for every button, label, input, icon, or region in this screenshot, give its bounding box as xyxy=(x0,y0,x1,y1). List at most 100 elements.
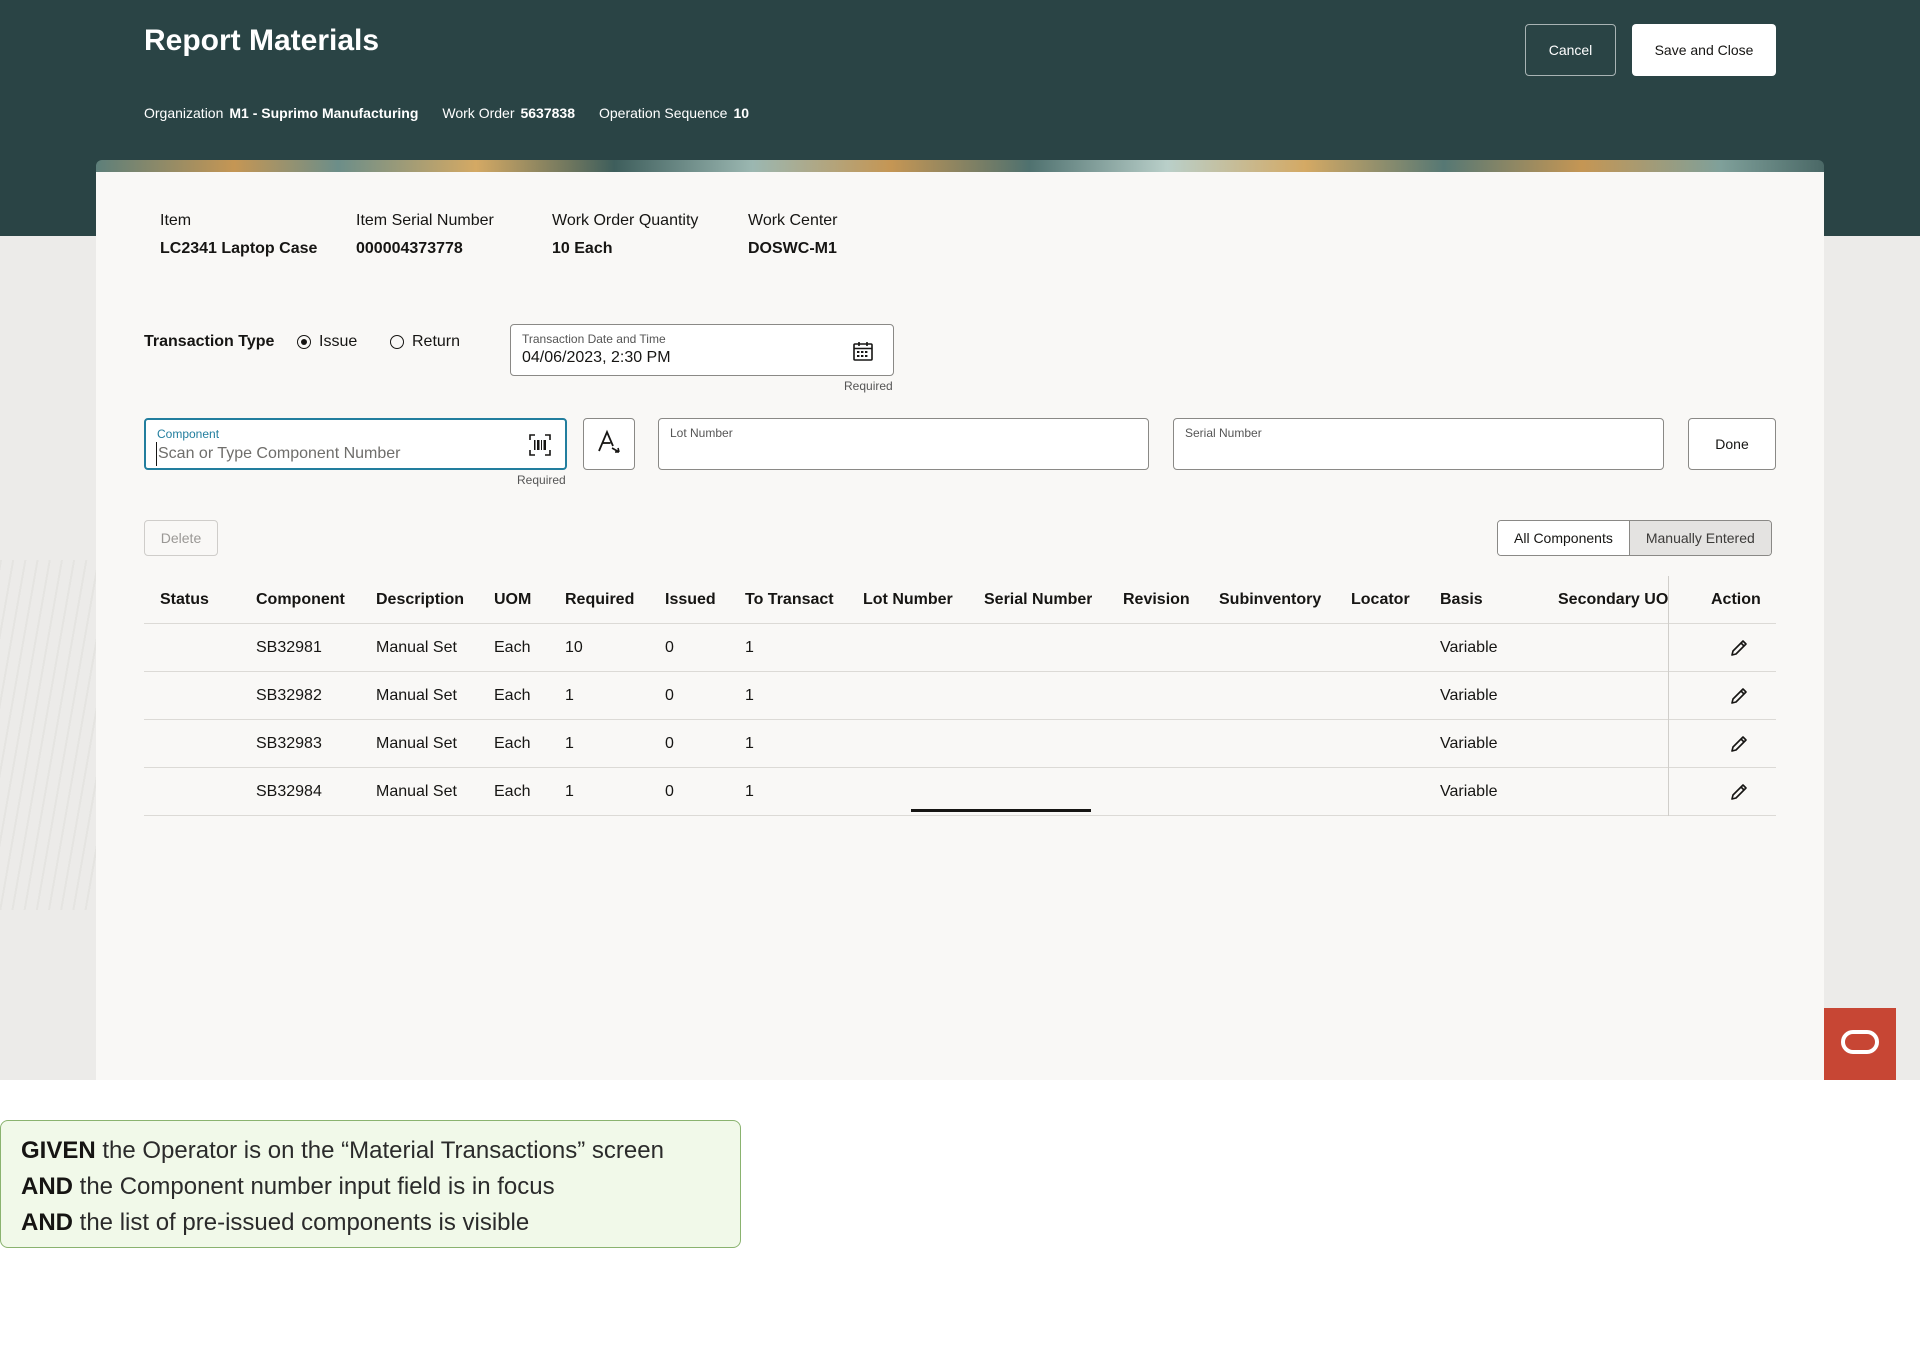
filter-manually-entered[interactable]: Manually Entered xyxy=(1628,521,1771,555)
context-operation-sequence: Operation Sequence 10 xyxy=(599,105,749,121)
save-and-close-button[interactable]: Save and Close xyxy=(1632,24,1776,76)
note-line: AND the list of pre-issued components is… xyxy=(21,1205,720,1241)
column-header[interactable]: Basis xyxy=(1440,576,1483,624)
cell-uom: Each xyxy=(494,687,531,704)
oracle-logo-icon xyxy=(1840,1029,1880,1060)
column-header[interactable]: Secondary UOM xyxy=(1558,576,1668,624)
cell-issued: 0 xyxy=(665,687,674,704)
cell-component: SB32984 xyxy=(256,783,322,800)
cell-uom: Each xyxy=(494,783,531,800)
table-row[interactable]: SB32983 Manual Set Each 1 0 1 Variable xyxy=(144,720,1776,768)
note-keyword: AND xyxy=(21,1209,73,1236)
note-text: the Operator is on the “Material Transac… xyxy=(95,1137,664,1164)
cell-component: SB32982 xyxy=(256,687,322,704)
radio-checked-icon xyxy=(297,335,311,349)
filter-all-components[interactable]: All Components xyxy=(1498,521,1629,555)
calendar-icon[interactable] xyxy=(852,340,874,367)
radio-unchecked-icon xyxy=(390,335,404,349)
cell-to-transact: 1 xyxy=(745,735,754,752)
column-header[interactable]: UOM xyxy=(494,576,531,624)
edit-icon[interactable] xyxy=(1729,686,1749,706)
column-header[interactable]: Subinventory xyxy=(1219,576,1321,624)
cell-basis: Variable xyxy=(1440,783,1498,800)
column-header[interactable]: To Transact xyxy=(745,576,834,624)
context-value: 10 xyxy=(733,105,750,121)
cell-description: Manual Set xyxy=(376,687,457,704)
note-text: the list of pre-issued components is vis… xyxy=(73,1209,530,1236)
cell-issued: 0 xyxy=(665,783,674,800)
note-text: the Component number input field is in f… xyxy=(73,1173,555,1200)
note-line: AND the Component number input field is … xyxy=(21,1169,720,1205)
cell-basis: Variable xyxy=(1440,735,1498,752)
transaction-datetime-field[interactable]: Transaction Date and Time 04/06/2023, 2:… xyxy=(510,324,894,376)
background-pattern xyxy=(0,560,96,910)
note-keyword: AND xyxy=(21,1173,73,1200)
column-header[interactable]: Locator xyxy=(1351,576,1410,624)
edit-icon[interactable] xyxy=(1729,734,1749,754)
component-input[interactable] xyxy=(156,442,516,466)
column-header[interactable]: Description xyxy=(376,576,464,624)
column-header[interactable]: Required xyxy=(565,576,634,624)
info-value: 000004373778 xyxy=(356,240,463,257)
context-label: Operation Sequence xyxy=(599,105,728,121)
edit-icon[interactable] xyxy=(1729,782,1749,802)
column-header[interactable]: Issued xyxy=(665,576,716,624)
oracle-logo[interactable] xyxy=(1824,1008,1896,1080)
lot-number-field[interactable]: Lot Number xyxy=(658,418,1149,470)
column-header[interactable]: Status xyxy=(160,576,209,624)
cell-description: Manual Set xyxy=(376,639,457,656)
cell-issued: 0 xyxy=(665,735,674,752)
info-item: Item LC2341 Laptop Case xyxy=(160,212,317,258)
radio-label: Issue xyxy=(319,333,358,350)
delete-button[interactable]: Delete xyxy=(144,520,218,556)
note-keyword: GIVEN xyxy=(21,1137,96,1164)
cell-description: Manual Set xyxy=(376,735,457,752)
info-work-order-quantity: Work Order Quantity 10 Each xyxy=(552,212,698,258)
horizontal-scrollbar[interactable] xyxy=(911,809,1091,812)
column-header[interactable]: Component xyxy=(256,576,345,624)
info-value: DOSWC-M1 xyxy=(748,240,837,257)
manual-entry-button[interactable] xyxy=(583,418,635,470)
field-value: 04/06/2023, 2:30 PM xyxy=(522,349,671,366)
column-header[interactable]: Lot Number xyxy=(863,576,953,624)
scenario-note: GIVEN the Operator is on the “Material T… xyxy=(0,1120,741,1248)
context-value: 5637838 xyxy=(520,105,575,121)
info-work-center: Work Center DOSWC-M1 xyxy=(748,212,838,258)
barcode-scan-icon[interactable] xyxy=(528,433,552,462)
info-label: Item Serial Number xyxy=(356,212,494,229)
transaction-type-label: Transaction Type xyxy=(144,333,275,350)
edit-icon[interactable] xyxy=(1729,638,1749,658)
cell-uom: Each xyxy=(494,639,531,656)
cell-required: 10 xyxy=(565,639,583,656)
column-header[interactable]: Revision xyxy=(1123,576,1190,624)
radio-label: Return xyxy=(412,333,461,350)
radio-issue[interactable]: Issue xyxy=(297,333,357,351)
component-field[interactable]: Component xyxy=(144,418,567,470)
cell-to-transact: 1 xyxy=(745,639,754,656)
info-label: Item xyxy=(160,212,192,229)
note-line: GIVEN the Operator is on the “Material T… xyxy=(21,1133,720,1169)
info-label: Work Order Quantity xyxy=(552,212,699,229)
cell-to-transact: 1 xyxy=(745,783,754,800)
context-label: Organization xyxy=(144,105,224,121)
info-value: LC2341 Laptop Case xyxy=(160,240,318,257)
cancel-button[interactable]: Cancel xyxy=(1525,24,1616,76)
page-title: Report Materials xyxy=(144,24,380,57)
done-button[interactable]: Done xyxy=(1688,418,1776,470)
column-header[interactable]: Serial Number xyxy=(984,576,1092,624)
cell-basis: Variable xyxy=(1440,687,1498,704)
context-label: Work Order xyxy=(442,105,515,121)
column-header: Action xyxy=(1711,591,1761,608)
field-label: Transaction Date and Time xyxy=(522,332,666,346)
table-row[interactable]: SB32982 Manual Set Each 1 0 1 Variable xyxy=(144,672,1776,720)
frozen-column-divider xyxy=(1668,576,1669,816)
table-row[interactable]: SB32981 Manual Set Each 10 0 1 Variable xyxy=(144,624,1776,672)
cell-required: 1 xyxy=(565,687,574,704)
components-table: Status Component Description UOM Require… xyxy=(144,576,1776,816)
cell-uom: Each xyxy=(494,735,531,752)
manual-entry-icon xyxy=(596,429,622,460)
serial-number-field[interactable]: Serial Number xyxy=(1173,418,1664,470)
radio-return[interactable]: Return xyxy=(390,333,460,351)
info-label: Work Center xyxy=(748,212,838,229)
context-work-order: Work Order 5637838 xyxy=(442,105,575,121)
